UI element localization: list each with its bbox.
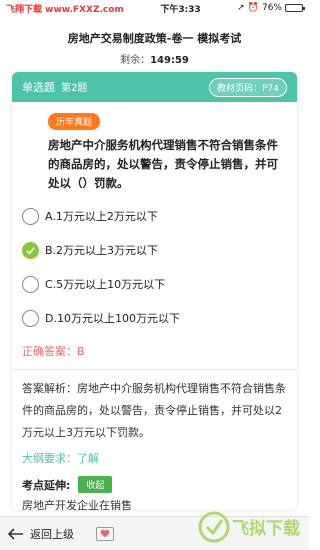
page-reference-badge[interactable]: 教材页码：P74 (209, 77, 287, 97)
option-a[interactable]: A.1万元以上2万元以下 (22, 199, 287, 233)
back-label: 返回上级 (30, 527, 74, 541)
question-body: 历年真题 房地产中介服务机构代理销售不符合销售条件的商品房的，处以警告，责令停止… (12, 102, 297, 510)
status-right: ➚ ⏰ 76% (237, 3, 305, 13)
radio-icon[interactable] (22, 309, 39, 327)
option-c[interactable]: C.5万元以上10万元以下 (22, 267, 287, 301)
extension-header: 考点延伸: 收起 (22, 476, 287, 493)
radio-icon[interactable] (22, 207, 39, 225)
page-title: 房地产交易制度政策-卷一 模拟考试 (67, 32, 242, 45)
battery-percent: 76% (261, 3, 282, 13)
collapse-button[interactable]: 收起 (78, 476, 113, 493)
question-type: 单选题 第2题 (22, 79, 87, 95)
option-d[interactable]: D.10万元以上100万元以下 (22, 301, 287, 335)
question-number: 第2题 (61, 83, 88, 94)
location-icon: ➚ (237, 3, 245, 13)
status-bar: 飞翔下载 www.FXXZ.com 下午3:33 ➚ ⏰ 76% (0, 0, 309, 16)
timer-value: 149:59 (150, 55, 189, 66)
timer-label: 剩余： (120, 55, 151, 66)
correct-answer: 正确答案：B (22, 345, 85, 358)
options-list: A.1万元以上2万元以下 B.2万元以上3万元以下 C.5万元以上10万元以下 … (22, 199, 287, 335)
option-b[interactable]: B.2万元以上3万元以下 (22, 233, 287, 267)
back-arrow-icon (8, 527, 23, 540)
back-button[interactable]: 返回上级 (8, 526, 74, 542)
past-exam-tag: 历年真题 (48, 113, 101, 130)
checkmark-icon[interactable] (22, 241, 39, 259)
option-label: D.10万元以上100万元以下 (45, 312, 180, 325)
alarm-icon: ⏰ (247, 3, 259, 13)
question-text: 房地产中介服务机构代理销售不符合销售条件的商品房的，处以警告，责令停止销售，并可… (48, 138, 278, 190)
outline-requirement: 大纲要求：了解 (22, 452, 99, 465)
extension-label: 考点延伸: (22, 478, 71, 492)
watermark-text: 飞拟下载 (232, 518, 300, 539)
option-label: B.2万元以上3万元以下 (45, 244, 159, 257)
radio-icon[interactable] (22, 275, 39, 293)
question-card: 单选题 第2题 教材页码：P74 历年真题 房地产中介服务机构代理销售不符合销售条… (12, 72, 297, 510)
option-label: A.1万元以上2万元以下 (45, 210, 158, 223)
favorite-icon[interactable] (96, 526, 114, 541)
watermark-logo: 飞拟下载 (198, 511, 300, 543)
question-type-label: 单选题 (22, 81, 55, 94)
countdown: 剩余：149:59 (0, 51, 309, 66)
status-watermark: 飞翔下载 www.FXXZ.com (6, 4, 124, 15)
answer-analysis: 答案解析：房地产中介服务机构代理销售不符合销售条件的商品房的，处以警告，责令停止… (22, 382, 286, 439)
option-label: C.5万元以上10万元以下 (45, 278, 166, 291)
question-header: 单选题 第2题 教材页码：P74 (12, 72, 297, 102)
divider (12, 369, 297, 370)
battery-icon (285, 4, 305, 12)
status-time: 下午3:33 (160, 4, 201, 15)
